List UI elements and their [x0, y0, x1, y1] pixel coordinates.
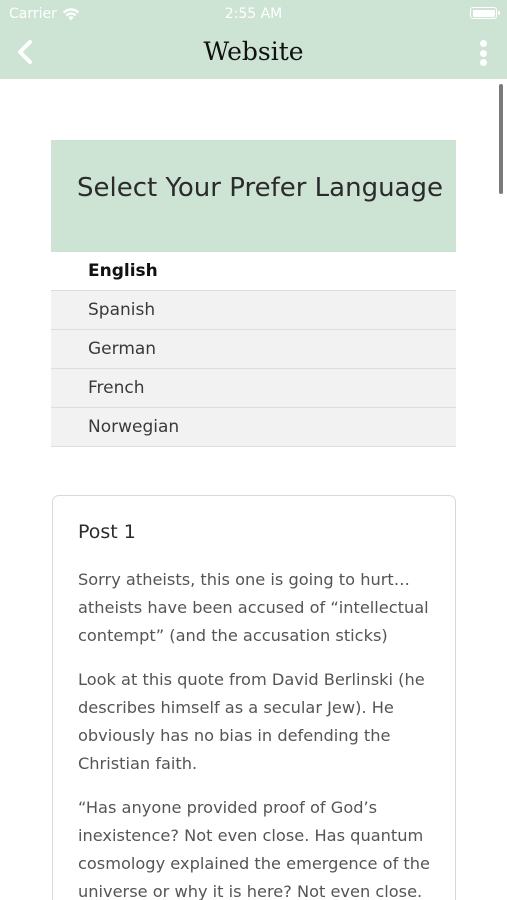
top-bar: Carrier 2:55 AM Website	[0, 0, 507, 79]
nav-bar: Website	[0, 28, 507, 79]
post-body: Sorry atheists, this one is going to hur…	[78, 566, 438, 900]
page-title: Website	[203, 37, 304, 66]
post-paragraph: “Has anyone provided proof of God’s inex…	[78, 798, 430, 900]
language-panel-title: Select Your Prefer Language	[77, 173, 443, 203]
scrollbar[interactable]	[499, 84, 503, 194]
post-title: Post 1	[78, 521, 136, 543]
battery-icon	[470, 7, 500, 19]
language-option-spanish[interactable]: Spanish	[51, 291, 456, 330]
more-vertical-icon	[479, 40, 487, 47]
post-paragraph: Sorry atheists, this one is going to hur…	[78, 570, 429, 645]
language-option-english[interactable]: English	[51, 252, 456, 291]
status-bar: Carrier 2:55 AM	[0, 0, 507, 28]
language-option-norwegian[interactable]: Norwegian	[51, 408, 456, 447]
language-panel-header: Select Your Prefer Language	[51, 140, 456, 252]
status-time: 2:55 AM	[224, 6, 283, 22]
language-option-french[interactable]: French	[51, 369, 456, 408]
post-paragraph: Look at this quote from David Berlinski …	[78, 670, 425, 773]
language-option-german[interactable]: German	[51, 330, 456, 369]
language-list: English Spanish German French Norwegian	[51, 252, 456, 447]
post-card[interactable]: Post 1 Sorry atheists, this one is going…	[52, 495, 456, 900]
more-options-button[interactable]	[471, 38, 495, 68]
